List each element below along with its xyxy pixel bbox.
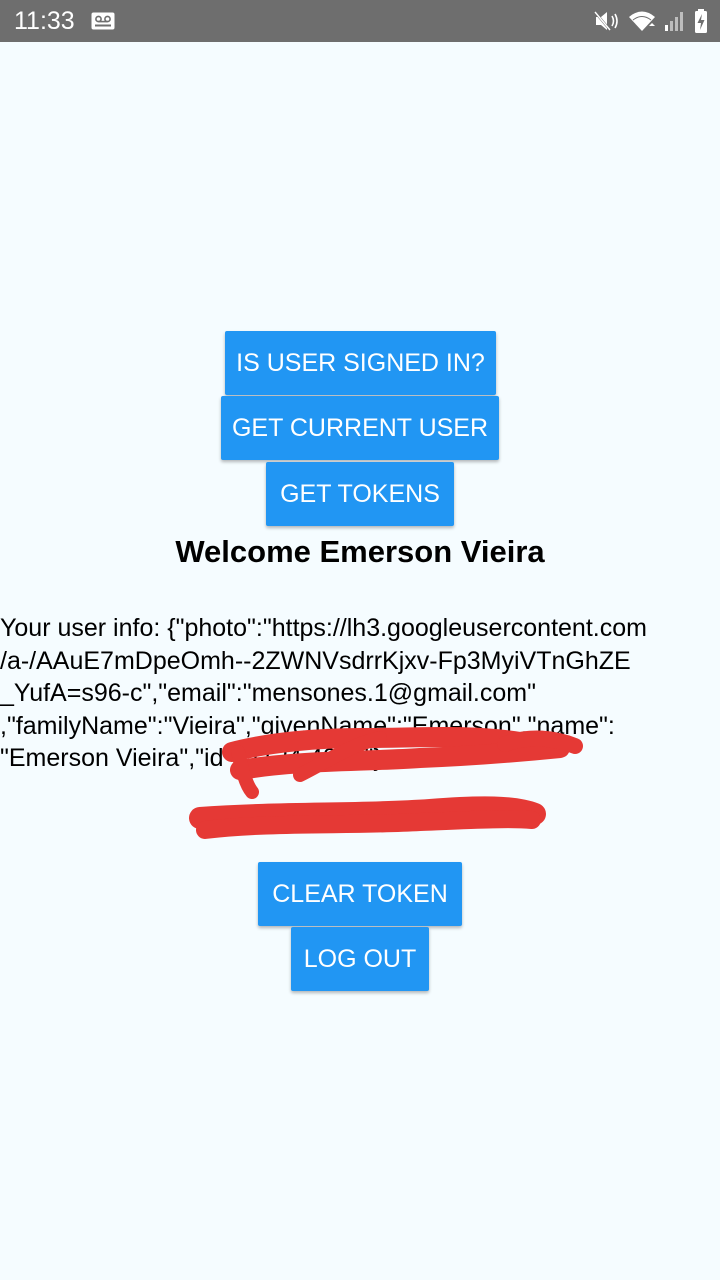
user-info-text: Your user info: {"photo":"https://lh3.go…: [0, 612, 720, 775]
user-info-line: Your user info: {"photo":"https://lh3.go…: [0, 614, 647, 642]
get-tokens-button[interactable]: GET TOKENS: [266, 462, 454, 526]
voicemail-icon: [91, 12, 115, 30]
status-icons: [594, 9, 708, 33]
token-text: 03D3a dSi t: [294, 801, 426, 829]
status-time: 11:33: [14, 7, 75, 35]
log-out-button[interactable]: LOG OUT: [291, 927, 429, 991]
clear-token-button[interactable]: CLEAR TOKEN: [258, 862, 462, 926]
battery-charging-icon: [694, 9, 708, 33]
user-info-line: /a-/AAuE7mDpeOmh--2ZWNVsdrrKjxv-Fp3MyiVT…: [0, 646, 631, 675]
user-info-line: "Emerson Vieira","id":"1124 4027"}: [0, 744, 382, 772]
wifi-icon: [628, 10, 656, 32]
welcome-heading: Welcome Emerson Vieira: [175, 534, 545, 569]
user-info-line: _YufA=s96-c","email":"mensones.1@gmail.c…: [0, 679, 536, 707]
user-info-line: ,"familyName":"Vieira","givenName":"Emer…: [0, 711, 615, 740]
status-bar: 11:33: [0, 0, 720, 42]
is-user-signed-in-button[interactable]: IS USER SIGNED IN?: [225, 331, 496, 395]
mute-icon: [594, 10, 620, 32]
get-current-user-button[interactable]: GET CURRENT USER: [221, 396, 499, 460]
signal-icon: [664, 10, 686, 32]
